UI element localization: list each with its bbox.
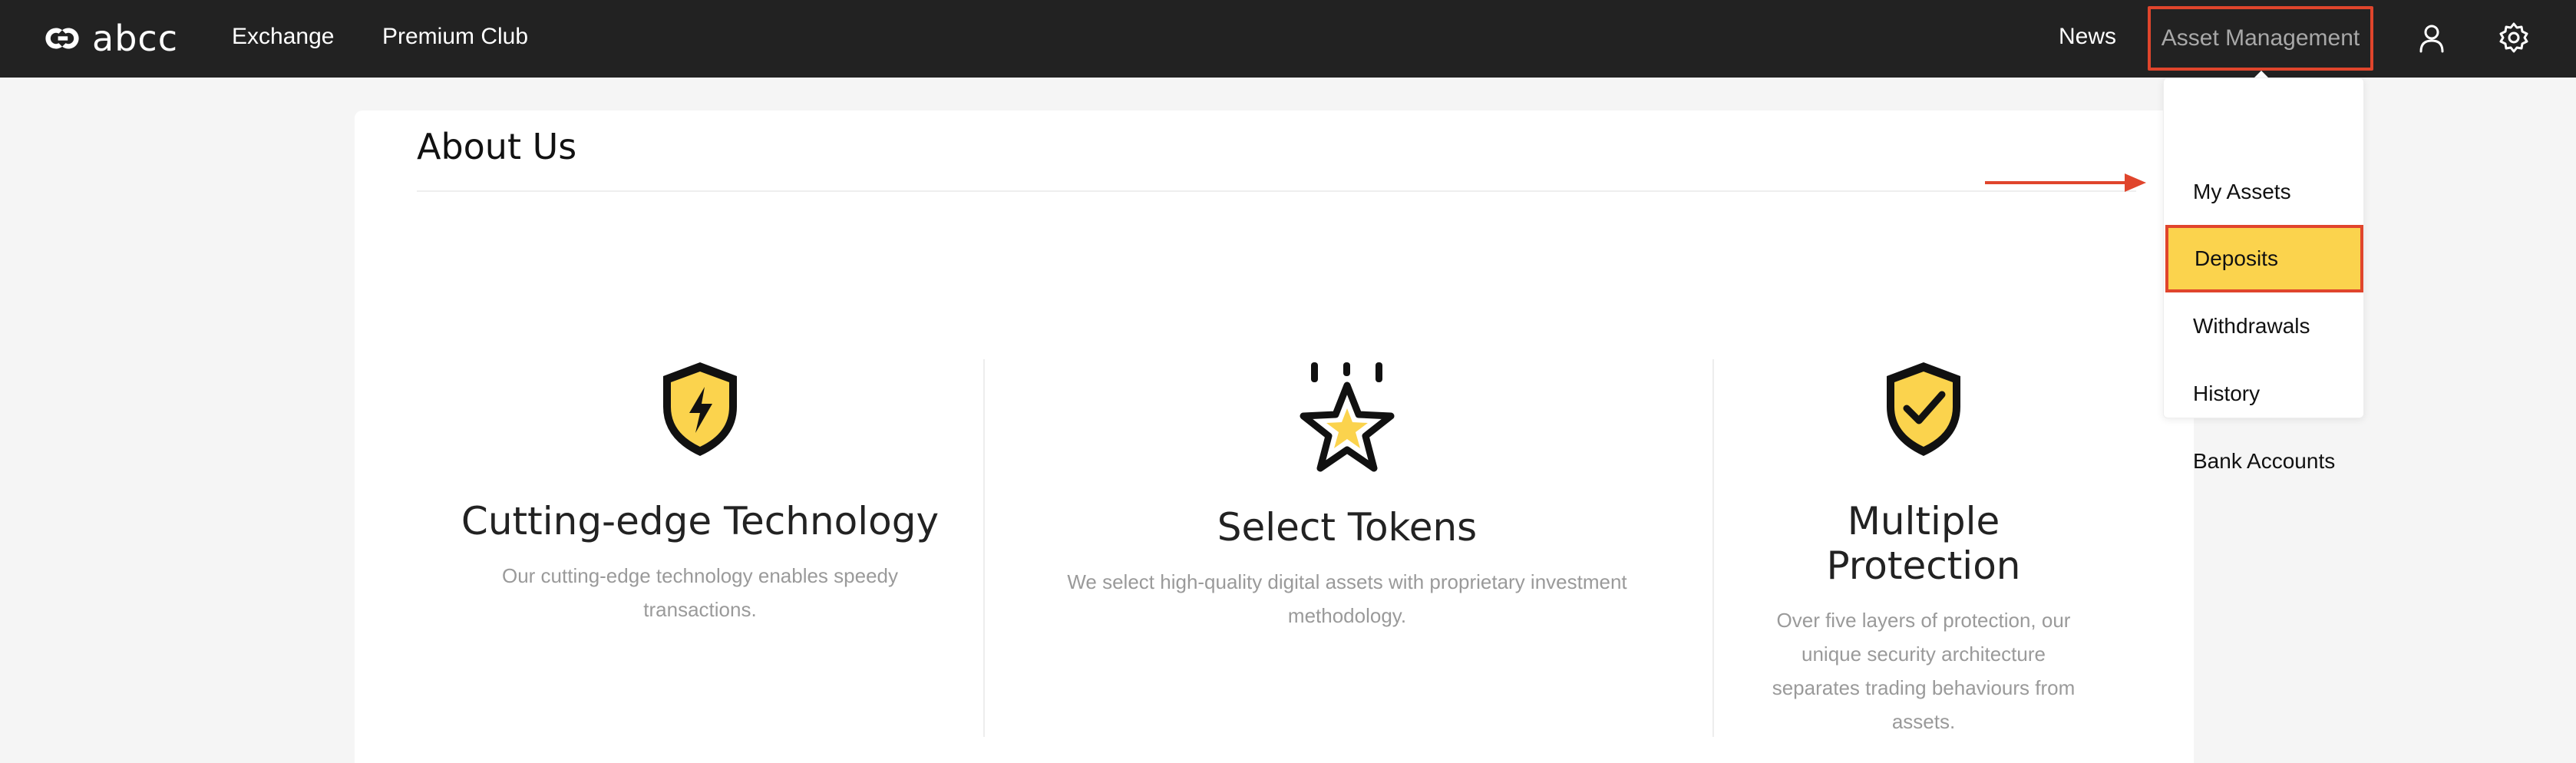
star-icon xyxy=(1300,362,1395,472)
nav-asset-management[interactable]: Asset Management xyxy=(2148,6,2373,71)
nav-exchange[interactable]: Exchange xyxy=(232,21,334,52)
shield-check-icon xyxy=(1887,362,1960,456)
asset-management-dropdown: My Assets Deposits Withdrawals History B… xyxy=(2163,78,2364,473)
feature-description: Our cutting-edge technology enables spee… xyxy=(438,559,963,626)
menu-item-my-assets[interactable]: My Assets xyxy=(2164,158,2363,226)
feature-description: Over five layers of protection, our uniq… xyxy=(1721,603,2126,738)
column-divider xyxy=(983,359,985,737)
nav-news[interactable]: News xyxy=(2059,21,2116,52)
feature-title: Multiple Protection xyxy=(1721,499,2126,588)
feature-description-line: separates trading behaviours from xyxy=(1772,676,2076,699)
nav-premium-club[interactable]: Premium Club xyxy=(382,21,528,52)
top-navbar: abcc Exchange Premium Club News Asset Ma… xyxy=(0,0,2576,78)
feature-description-line: Our cutting-edge technology enables spee… xyxy=(501,564,898,587)
arrow-right-icon xyxy=(1985,173,2146,192)
feature-description-line: methodology. xyxy=(1287,604,1407,627)
feature-title: Cutting-edge Technology xyxy=(461,499,940,543)
feature-title: Select Tokens xyxy=(1217,505,1478,550)
logo-text: abcc xyxy=(92,18,178,59)
column-divider xyxy=(1712,359,1714,737)
feature-title-line: Protection xyxy=(1826,543,2021,588)
feature-description-line: unique security architecture xyxy=(1802,642,2046,666)
menu-item-deposits[interactable]: Deposits xyxy=(2165,225,2363,292)
feature-description-line: Over five layers of protection, our xyxy=(1776,609,2071,632)
menu-item-bank-accounts[interactable]: Bank Accounts xyxy=(2164,428,2363,495)
page-title: About Us xyxy=(417,126,577,167)
feature-title-line: Multiple xyxy=(1847,499,2000,543)
title-divider xyxy=(417,190,2136,192)
logo[interactable]: abcc xyxy=(41,18,178,58)
user-icon[interactable] xyxy=(2415,21,2449,54)
feature-description-line: assets. xyxy=(1891,710,1956,733)
feature-description-line: transactions. xyxy=(643,598,757,621)
feature-description: We select high-quality digital assets wi… xyxy=(992,565,1702,633)
menu-item-withdrawals[interactable]: Withdrawals xyxy=(2164,292,2363,360)
nav-asset-management-label: Asset Management xyxy=(2161,25,2360,51)
menu-item-history[interactable]: History xyxy=(2164,360,2363,428)
shield-lightning-icon xyxy=(663,362,737,456)
feature-description-line: We select high-quality digital assets wi… xyxy=(1067,570,1627,593)
gear-icon[interactable] xyxy=(2497,21,2531,54)
abcc-logo-icon xyxy=(45,28,79,49)
